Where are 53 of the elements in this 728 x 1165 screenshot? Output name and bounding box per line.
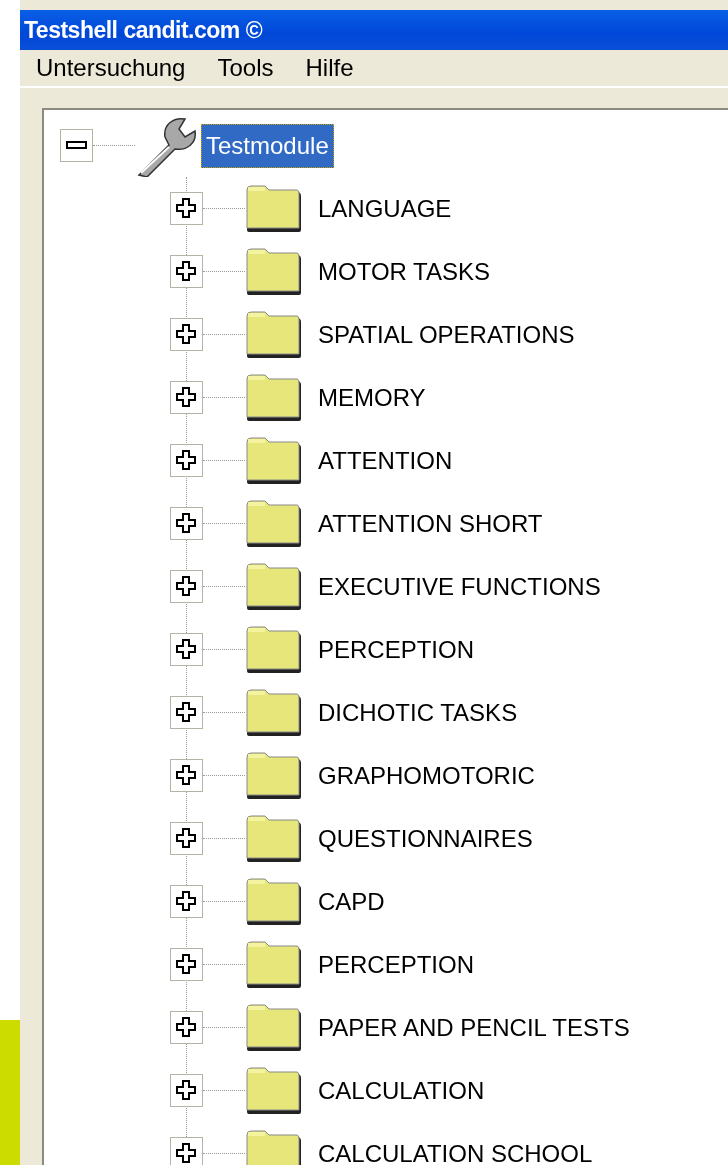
folder-icon [245,246,303,297]
tree-item[interactable]: CAPD [313,879,390,924]
expand-icon[interactable] [170,1074,203,1107]
expand-icon[interactable] [170,444,203,477]
expand-icon[interactable] [170,948,203,981]
expand-icon[interactable] [170,696,203,729]
expand-icon[interactable] [170,381,203,414]
expand-icon[interactable] [170,192,203,225]
menu-item[interactable]: Hilfe [305,50,354,86]
expand-icon[interactable] [170,507,203,540]
folder-icon [245,939,303,990]
folder-icon [245,750,303,801]
window-title: Testshell candit.com © [24,17,263,43]
collapse-icon[interactable] [60,129,93,162]
folder-icon [245,498,303,549]
tree-item[interactable]: PERCEPTION [313,942,480,987]
tree-item[interactable]: Testmodule [201,123,334,168]
expand-icon[interactable] [170,822,203,855]
tree-item[interactable]: PERCEPTION [313,627,480,672]
folder-icon [245,876,303,927]
menu-item[interactable]: Untersuchung [36,50,186,86]
tree-item[interactable]: SPATIAL OPERATIONS [313,312,580,357]
expand-icon[interactable] [170,1011,203,1044]
expand-icon[interactable] [170,633,203,666]
expand-icon[interactable] [170,318,203,351]
folder-icon [245,1002,303,1053]
folder-icon [245,183,303,234]
tree-item[interactable]: MEMORY [313,375,431,420]
expand-icon[interactable] [170,255,203,288]
folder-icon [245,561,303,612]
folder-icon [245,624,303,675]
tree-item[interactable]: ATTENTION SHORT [313,501,548,546]
folder-icon [245,813,303,864]
tree-item[interactable]: CALCULATION SCHOOL [313,1131,598,1165]
tree-item[interactable]: EXECUTIVE FUNCTIONS [313,564,606,609]
folder-icon [245,372,303,423]
tree-item[interactable]: PAPER AND PENCIL TESTS [313,1005,635,1050]
folder-icon [245,1065,303,1116]
tree-item[interactable]: ATTENTION [313,438,458,483]
tree-item[interactable]: LANGUAGE [313,186,457,231]
expand-icon[interactable] [170,885,203,918]
tree-item[interactable]: GRAPHOMOTORIC [313,753,540,798]
tree-item[interactable]: DICHOTIC TASKS [313,690,523,735]
folder-icon [245,687,303,738]
expand-icon[interactable] [170,570,203,603]
folder-icon [245,435,303,486]
expand-icon[interactable] [170,759,203,792]
expand-icon[interactable] [170,1137,203,1165]
tree-item[interactable]: QUESTIONNAIRES [313,816,538,861]
tree-item[interactable]: MOTOR TASKS [313,249,496,294]
folder-icon [245,309,303,360]
tree-item[interactable]: CALCULATION [313,1068,490,1113]
menu-item[interactable]: Tools [217,50,274,86]
